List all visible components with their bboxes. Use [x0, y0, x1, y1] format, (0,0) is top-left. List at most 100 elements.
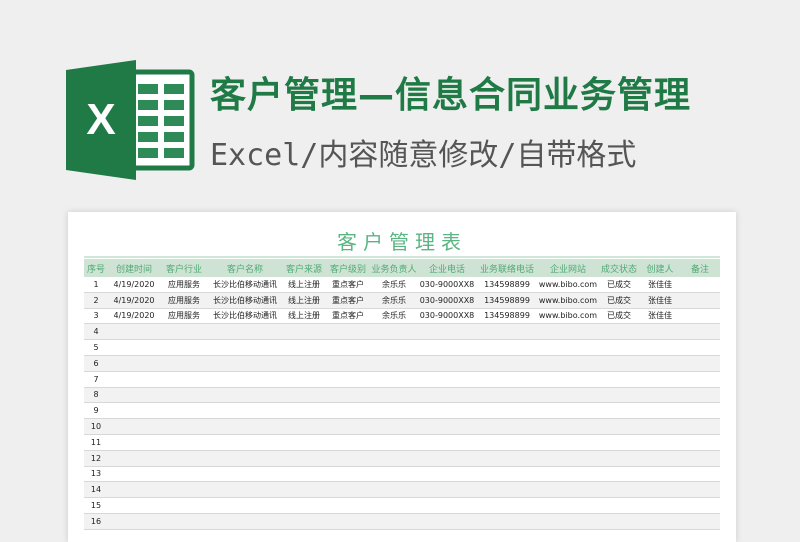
table-cell: 张佳佳 [640, 277, 680, 293]
table-row: 2 4/19/2020 应用服务 长沙比伯移动通讯 线上注册 重点客户 余乐乐 030-900… [84, 292, 720, 309]
table-cell: 3 [84, 308, 108, 325]
table-cell: 应用服务 [160, 308, 208, 325]
table-cell [476, 434, 538, 451]
table-cell [476, 323, 538, 341]
table-cell [370, 434, 418, 451]
table-cell: 线上注册 [282, 277, 326, 293]
table-cell [640, 481, 680, 499]
table-cell: 134598899 [476, 308, 538, 325]
table-cell [326, 402, 370, 420]
table-cell [108, 339, 160, 356]
table-row: 4 [84, 323, 720, 341]
table-cell [418, 481, 476, 499]
table-cell [370, 497, 418, 514]
table-cell [108, 355, 160, 372]
table-cell [370, 339, 418, 356]
table-cell [680, 402, 720, 420]
table-cell [282, 355, 326, 372]
table-cell [370, 481, 418, 499]
table-cell [208, 355, 282, 372]
table-cell: 重点客户 [326, 277, 370, 293]
table-cell [282, 434, 326, 451]
table-cell [476, 418, 538, 435]
table-cell [282, 418, 326, 435]
table-cell: 14 [84, 481, 108, 499]
table-cell [538, 387, 598, 404]
column-header: 创建时间 [108, 259, 160, 277]
table-cell: 134598899 [476, 277, 538, 293]
table-cell: 余乐乐 [370, 308, 418, 325]
table-cell [282, 513, 326, 530]
table-cell: 重点客户 [326, 292, 370, 309]
table-cell [208, 402, 282, 420]
column-header: 企业网站 [538, 259, 598, 277]
table-cell: 15 [84, 497, 108, 514]
table-cell: 4/19/2020 [108, 277, 160, 293]
table-cell: 长沙比伯移动通讯 [208, 308, 282, 325]
table-cell [680, 450, 720, 467]
table-row: 8 [84, 387, 720, 404]
table-cell [160, 418, 208, 435]
table-cell [282, 387, 326, 404]
table-cell [640, 450, 680, 467]
table-cell: 11 [84, 434, 108, 451]
table-cell [326, 450, 370, 467]
table-cell [598, 355, 640, 372]
table-cell [538, 323, 598, 341]
column-header: 序号 [84, 259, 108, 277]
table-cell [160, 513, 208, 530]
table-row: 6 [84, 355, 720, 372]
table-cell: 长沙比伯移动通讯 [208, 292, 282, 309]
table-cell [476, 466, 538, 483]
table-cell [326, 323, 370, 341]
table-cell [598, 339, 640, 356]
table-cell [208, 434, 282, 451]
table-cell [108, 513, 160, 530]
table-cell [538, 513, 598, 530]
table-cell [418, 339, 476, 356]
table-cell [680, 466, 720, 483]
page-subtitle: Excel/内容随意修改/自带格式 [210, 138, 637, 173]
table-cell [326, 481, 370, 499]
table-cell [476, 355, 538, 372]
table-cell [160, 402, 208, 420]
table-cell [108, 466, 160, 483]
table-cell [108, 418, 160, 435]
table-cell [418, 450, 476, 467]
table-cell [476, 387, 538, 404]
table-cell: 8 [84, 387, 108, 404]
column-header: 创建人 [640, 259, 680, 277]
table-header-row: 序号 创建时间 客户行业 客户名称 客户来源 客户级别 业务负责人 企业电话 业务联络电话 企业网… [84, 259, 720, 277]
table-cell [598, 513, 640, 530]
table-cell [598, 497, 640, 514]
table-cell [418, 466, 476, 483]
table-cell: 线上注册 [282, 292, 326, 309]
table-cell [418, 402, 476, 420]
table-row: 7 [84, 371, 720, 388]
table-cell [640, 497, 680, 514]
logo-letter: X [86, 95, 115, 144]
column-header: 业务负责人 [370, 259, 418, 277]
table-cell [282, 497, 326, 514]
table-cell [538, 418, 598, 435]
table-cell [208, 481, 282, 499]
table-cell [598, 466, 640, 483]
table-cell: 重点客户 [326, 308, 370, 325]
table-cell [418, 387, 476, 404]
column-header: 客户来源 [282, 259, 326, 277]
table-cell [538, 481, 598, 499]
table-cell [108, 450, 160, 467]
table-cell [208, 466, 282, 483]
table-row: 14 [84, 481, 720, 499]
table-cell [208, 513, 282, 530]
table-cell [476, 497, 538, 514]
table-cell: 已成交 [598, 308, 640, 325]
table-cell: 4/19/2020 [108, 308, 160, 325]
table-cell [680, 323, 720, 341]
table-row: 9 [84, 402, 720, 420]
table-cell [326, 434, 370, 451]
table-cell: 030-9000XX8 [418, 277, 476, 293]
table-cell: 4/19/2020 [108, 292, 160, 309]
table-cell [282, 466, 326, 483]
table-cell [160, 466, 208, 483]
